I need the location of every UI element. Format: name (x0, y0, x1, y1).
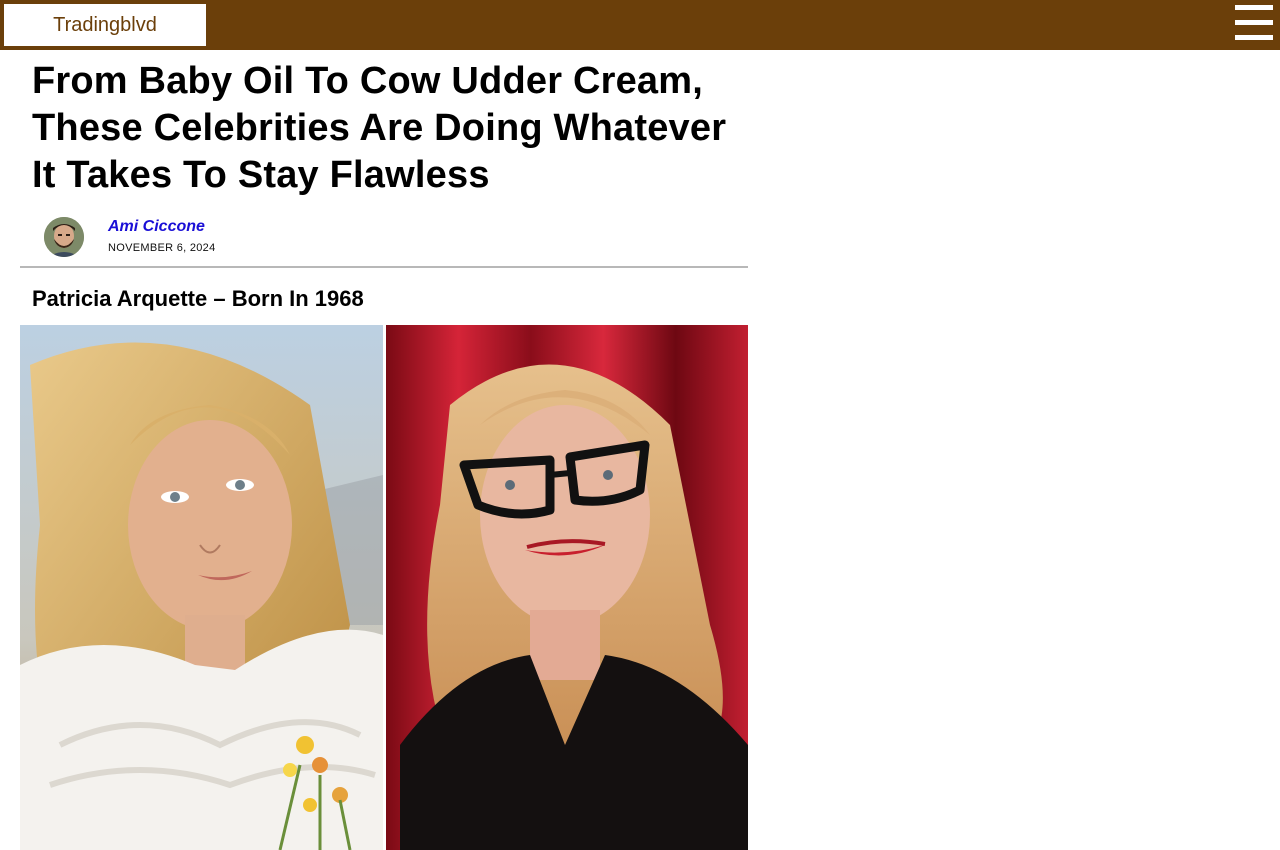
author-avatar[interactable] (44, 217, 84, 257)
publish-date: NOVEMBER 6, 2024 (108, 242, 216, 254)
top-navigation-bar: Tradingblvd (0, 0, 1280, 50)
author-avatar-image (44, 217, 84, 257)
menu-line (1235, 20, 1273, 25)
comparison-photo-image (20, 325, 748, 850)
byline: Ami Ciccone NOVEMBER 6, 2024 (44, 214, 444, 264)
section-heading: Patricia Arquette – Born In 1968 (32, 286, 364, 311)
hamburger-menu-icon[interactable] (1235, 5, 1273, 41)
article-headline: From Baby Oil To Cow Udder Cream, These … (32, 60, 727, 196)
menu-line (1235, 5, 1273, 10)
divider (20, 266, 748, 268)
menu-line (1235, 35, 1273, 40)
author-name-link[interactable]: Ami Ciccone (108, 218, 205, 236)
comparison-photo (20, 325, 748, 850)
site-logo[interactable]: Tradingblvd (4, 4, 206, 46)
